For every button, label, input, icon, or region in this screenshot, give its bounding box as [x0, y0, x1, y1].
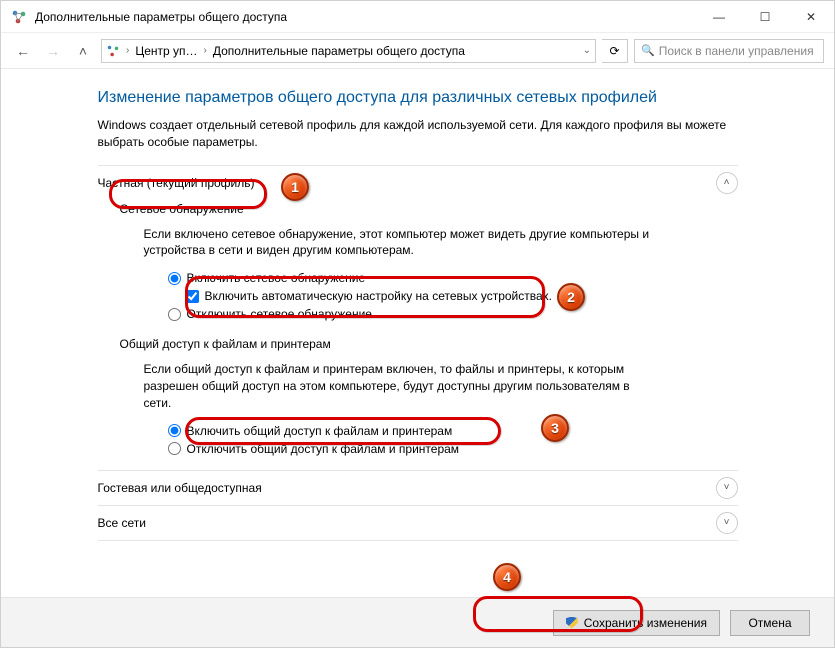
shield-icon	[566, 617, 578, 629]
window-frame: Дополнительные параметры общего доступа …	[0, 0, 835, 648]
maximize-button[interactable]: ☐	[742, 1, 788, 33]
checkbox-auto-setup-label: Включить автоматическую настройку на сет…	[205, 289, 553, 303]
breadcrumb-level1[interactable]: Центр уп…	[135, 44, 197, 58]
radio-discovery-off[interactable]: Отключить сетевое обнаружение	[168, 305, 738, 323]
section-private-header[interactable]: Частная (текущий профиль) ˄	[98, 172, 738, 194]
radio-sharing-on-input[interactable]	[168, 424, 181, 437]
radio-sharing-off-input[interactable]	[168, 442, 181, 455]
radio-discovery-on-input[interactable]	[168, 272, 181, 285]
section-private-label: Частная (текущий профиль)	[98, 172, 255, 194]
navigation-bar: ← → ˄ › Центр уп… › Дополнительные парам…	[1, 33, 834, 69]
content-area: Изменение параметров общего доступа для …	[1, 69, 834, 597]
address-bar[interactable]: › Центр уп… › Дополнительные параметры о…	[101, 39, 596, 63]
section-private: Частная (текущий профиль) ˄ Сетевое обна…	[98, 165, 738, 470]
app-icon	[11, 9, 27, 25]
network-discovery-options: Включить сетевое обнаружение Включить ав…	[98, 267, 738, 329]
window-title: Дополнительные параметры общего доступа	[35, 10, 287, 24]
file-sharing-heading: Общий доступ к файлам и принтерам	[98, 329, 738, 355]
file-sharing-desc: Если общий доступ к файлам и принтерам в…	[98, 355, 658, 419]
search-icon: 🔍	[641, 44, 655, 57]
close-button[interactable]: ✕	[788, 1, 834, 33]
forward-button[interactable]: →	[41, 39, 65, 63]
radio-discovery-off-label: Отключить сетевое обнаружение	[187, 307, 372, 321]
titlebar: Дополнительные параметры общего доступа …	[1, 1, 834, 33]
up-button[interactable]: ˄	[71, 39, 95, 63]
radio-sharing-on-label: Включить общий доступ к файлам и принтер…	[187, 424, 453, 438]
breadcrumb-level2[interactable]: Дополнительные параметры общего доступа	[213, 44, 465, 58]
save-button-label: Сохранить изменения	[584, 616, 707, 630]
network-discovery-desc: Если включено сетевое обнаружение, этот …	[98, 220, 658, 268]
chevron-right-icon: ›	[124, 45, 131, 56]
chevron-up-icon: ˄	[716, 172, 738, 194]
minimize-button[interactable]: ―	[696, 1, 742, 33]
chevron-down-icon: ˅	[716, 512, 738, 534]
save-button[interactable]: Сохранить изменения	[553, 610, 720, 636]
page-description: Windows создает отдельный сетевой профил…	[98, 117, 738, 151]
radio-sharing-on[interactable]: Включить общий доступ к файлам и принтер…	[168, 422, 738, 440]
file-sharing-options: Включить общий доступ к файлам и принтер…	[98, 420, 738, 464]
radio-discovery-on-label: Включить сетевое обнаружение	[187, 271, 366, 285]
window-controls: ― ☐ ✕	[696, 1, 834, 33]
section-guest-label: Гостевая или общедоступная	[98, 477, 262, 499]
back-button[interactable]: ←	[11, 39, 35, 63]
cancel-button-label: Отмена	[748, 616, 791, 630]
section-all-networks: Все сети ˅	[98, 505, 738, 541]
search-input[interactable]: 🔍 Поиск в панели управления	[634, 39, 824, 63]
section-guest-header[interactable]: Гостевая или общедоступная ˅	[98, 477, 738, 499]
address-icon	[106, 44, 120, 58]
checkbox-auto-setup[interactable]: Включить автоматическую настройку на сет…	[168, 287, 738, 305]
radio-discovery-off-input[interactable]	[168, 308, 181, 321]
radio-sharing-off-label: Отключить общий доступ к файлам и принте…	[187, 442, 460, 456]
footer: Сохранить изменения Отмена	[1, 597, 834, 647]
section-guest: Гостевая или общедоступная ˅	[98, 470, 738, 505]
page-title: Изменение параметров общего доступа для …	[98, 89, 738, 107]
radio-discovery-on[interactable]: Включить сетевое обнаружение	[168, 269, 738, 287]
breadcrumb-dropdown-icon[interactable]: ⌄	[583, 45, 591, 56]
network-discovery-heading: Сетевое обнаружение	[98, 194, 738, 220]
refresh-button[interactable]: ⟳	[602, 39, 628, 63]
chevron-right-icon: ›	[202, 45, 209, 56]
radio-sharing-off[interactable]: Отключить общий доступ к файлам и принте…	[168, 440, 738, 458]
section-all-networks-header[interactable]: Все сети ˅	[98, 512, 738, 534]
section-all-networks-label: Все сети	[98, 512, 147, 534]
search-placeholder: Поиск в панели управления	[659, 44, 814, 58]
chevron-down-icon: ˅	[716, 477, 738, 499]
cancel-button[interactable]: Отмена	[730, 610, 810, 636]
checkbox-auto-setup-input[interactable]	[186, 290, 199, 303]
